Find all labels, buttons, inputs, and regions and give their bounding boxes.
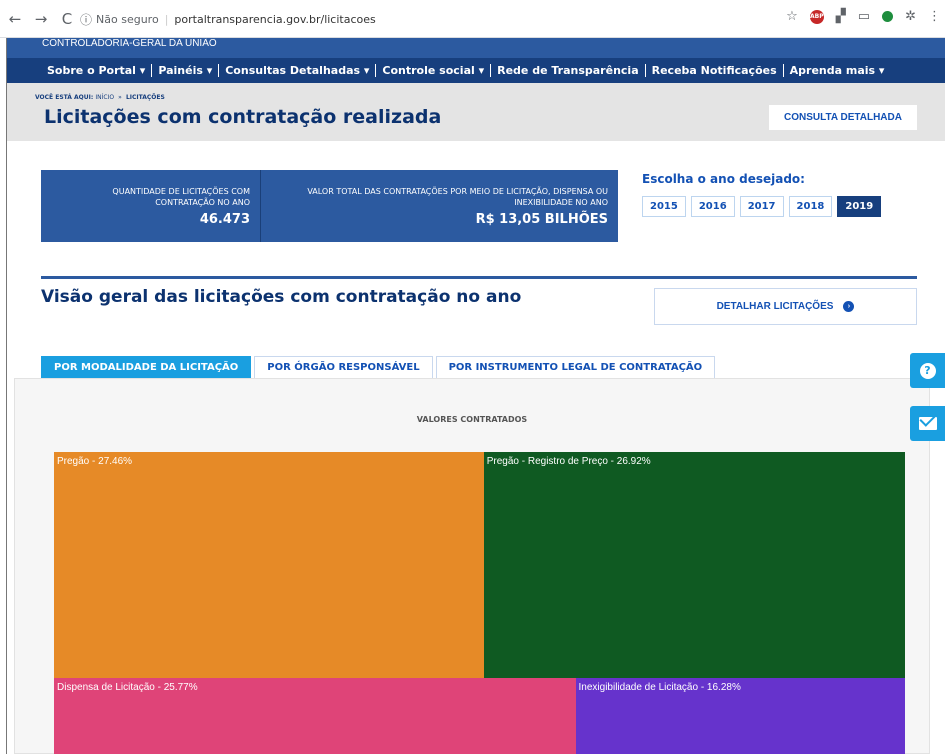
tab-orgao[interactable]: POR ÓRGÃO RESPONSÁVEL <box>254 356 433 378</box>
menu-item-sobre[interactable]: Sobre o Portal ▾ <box>47 64 153 77</box>
year-selector-title: Escolha o ano desejado: <box>642 172 805 186</box>
menu-item-notificacoes[interactable]: Receba Notificações <box>646 64 784 77</box>
security-label: Não seguro <box>96 12 159 26</box>
stat-total-value: R$ 13,05 BILHÕES <box>475 211 608 227</box>
stats-box: QUANTIDADE DE LICITAÇÕES COM CONTRATAÇÃO… <box>41 170 618 242</box>
address-bar[interactable]: ⓘ Não seguro | portaltransparencia.gov.b… <box>80 8 750 30</box>
treemap-cell-pregao[interactable]: Pregão - 27.46% <box>54 452 484 678</box>
stat-total-label: VALOR TOTAL DAS CONTRATAÇÕES POR MEIO DE… <box>307 186 608 207</box>
brand-strip[interactable]: CONTROLADORIA-GERAL DA UNIÃO <box>7 38 945 58</box>
year-button-2019[interactable]: 2019 <box>837 196 882 217</box>
url-text[interactable]: portaltransparencia.gov.br/licitacoes <box>174 13 375 26</box>
breadcrumb-prefix: VOCÊ ESTÁ AQUI: <box>35 94 94 101</box>
adblock-icon[interactable]: ABP <box>809 9 824 24</box>
year-button-2016[interactable]: 2016 <box>690 196 735 217</box>
chart-title: VALORES CONTRATADOS <box>416 415 528 424</box>
stat-quantity-label: QUANTIDADE DE LICITAÇÕES COM CONTRATAÇÃO… <box>112 186 250 207</box>
signal-icon[interactable]: ▞ <box>836 9 846 24</box>
tab-bar: POR MODALIDADE DA LICITAÇÃO POR ÓRGÃO RE… <box>41 356 716 378</box>
section-title: Visão geral das licitações com contrataç… <box>41 287 522 307</box>
section-divider <box>41 276 917 279</box>
page-header: VOCÊ ESTÁ AQUI: INÍCIO » LICITAÇÕES Lici… <box>7 83 945 141</box>
stat-quantity: QUANTIDADE DE LICITAÇÕES COM CONTRATAÇÃO… <box>41 170 261 242</box>
info-icon[interactable]: ⓘ <box>80 11 92 28</box>
menu-item-paineis[interactable]: Painéis ▾ <box>152 64 220 77</box>
arrow-right-icon: › <box>843 301 855 312</box>
main-menu: Sobre o Portal ▾ Painéis ▾ Consultas Det… <box>7 58 945 83</box>
extension-area: ☆ ABP ▞ ▭ ✲ ⋮ <box>786 9 941 24</box>
page-title: Licitações com contratação realizada <box>44 106 442 128</box>
tab-modalidade[interactable]: POR MODALIDADE DA LICITAÇÃO <box>41 356 252 378</box>
treemap-cell-pregao-registro[interactable]: Pregão - Registro de Preço - 26.92% <box>483 452 905 678</box>
envelope-icon <box>918 417 937 430</box>
puzzle-icon[interactable]: ✲ <box>905 9 916 24</box>
contact-button[interactable] <box>910 406 945 441</box>
menu-icon[interactable]: ⋮ <box>928 9 941 24</box>
year-selector: 2015 2016 2017 2018 2019 <box>642 196 882 217</box>
breadcrumb-separator: » <box>118 94 122 101</box>
help-button[interactable]: ? <box>910 353 945 388</box>
breadcrumb-home[interactable]: INÍCIO <box>95 94 114 101</box>
menu-item-controle-social[interactable]: Controle social ▾ <box>376 64 492 77</box>
tab-instrumento[interactable]: POR INSTRUMENTO LEGAL DE CONTRATAÇÃO <box>435 356 716 378</box>
back-icon[interactable]: ← <box>4 8 26 30</box>
breadcrumb: VOCÊ ESTÁ AQUI: INÍCIO » LICITAÇÕES <box>35 94 165 101</box>
screen-icon[interactable]: ▭ <box>858 9 870 24</box>
detalhar-licitacoes-button[interactable]: DETALHAR LICITAÇÕES › <box>654 288 917 325</box>
year-button-2015[interactable]: 2015 <box>642 196 686 217</box>
menu-item-aprenda[interactable]: Aprenda mais ▾ <box>784 64 891 77</box>
window-edge <box>6 38 7 754</box>
treemap-cell-inexigibilidade[interactable]: Inexigibilidade de Licitação - 16.28% <box>575 677 905 754</box>
breadcrumb-current: LICITAÇÕES <box>125 94 165 101</box>
consulta-detalhada-button[interactable]: CONSULTA DETALHADA <box>769 105 917 130</box>
year-button-2018[interactable]: 2018 <box>788 196 833 217</box>
treemap-cell-dispensa[interactable]: Dispensa de Licitação - 25.77% <box>54 677 576 754</box>
reload-icon[interactable]: C <box>56 8 78 30</box>
address-separator: | <box>164 12 169 26</box>
green-extension-icon[interactable] <box>882 11 894 22</box>
menu-item-consultas[interactable]: Consultas Detalhadas ▾ <box>219 64 377 77</box>
bookmark-star-icon[interactable]: ☆ <box>786 9 798 24</box>
stat-quantity-value: 46.473 <box>199 211 250 227</box>
year-button-2017[interactable]: 2017 <box>739 196 784 217</box>
treemap-chart: Pregão - 27.46% Pregão - Registro de Preç… <box>54 452 905 754</box>
browser-toolbar: ← → C ⓘ Não seguro | portaltransparencia… <box>0 0 945 38</box>
detalhar-label: DETALHAR LICITAÇÕES <box>716 301 834 312</box>
stat-total: VALOR TOTAL DAS CONTRATAÇÕES POR MEIO DE… <box>261 170 618 242</box>
help-icon: ? <box>919 362 936 379</box>
menu-item-rede[interactable]: Rede de Transparência <box>491 64 646 77</box>
forward-icon[interactable]: → <box>30 8 52 30</box>
